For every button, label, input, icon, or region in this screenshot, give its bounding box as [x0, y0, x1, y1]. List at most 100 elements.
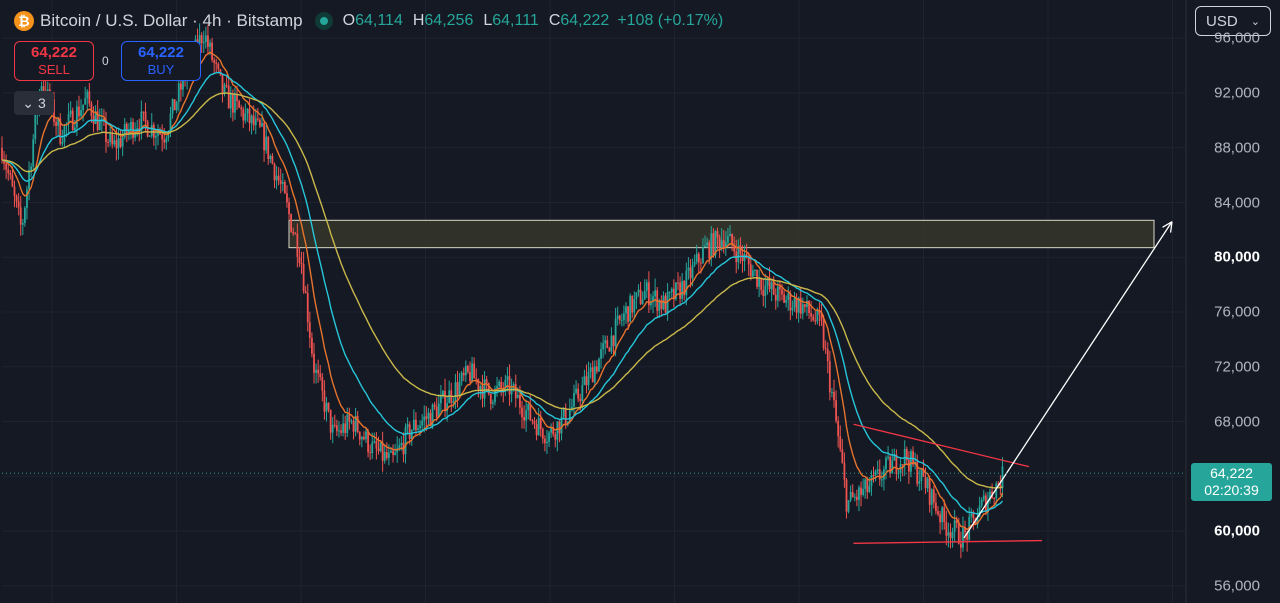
candle-body: [548, 432, 550, 442]
candle-body: [78, 106, 80, 117]
price-chart[interactable]: [0, 0, 1280, 603]
candle-body: [862, 488, 865, 495]
candle-body: [521, 407, 523, 418]
candle-body: [851, 491, 854, 498]
candle-body: [385, 451, 388, 459]
candle-body: [144, 111, 147, 122]
candle-body: [722, 240, 725, 249]
candle-body: [483, 379, 486, 399]
last-price-value: 64,222: [1210, 465, 1253, 481]
candle-body: [475, 378, 478, 380]
buy-label: BUY: [147, 62, 175, 77]
drawing-overlays[interactable]: [853, 221, 1173, 544]
market-status-icon[interactable]: [314, 12, 333, 30]
currency-value: USD: [1206, 12, 1238, 30]
candle-body: [687, 267, 690, 271]
candle-body: [816, 309, 819, 322]
candle-body: [369, 451, 372, 453]
candle-body: [117, 138, 120, 149]
candle-body: [263, 123, 265, 151]
candle-body: [221, 74, 224, 94]
candle-body: [858, 487, 860, 500]
candle-body: [400, 442, 403, 446]
candle-body: [681, 281, 684, 299]
candle-body: [377, 448, 380, 452]
candle-body: [55, 121, 57, 126]
candle-body: [631, 295, 634, 313]
candle-body: [317, 369, 320, 374]
candle-body: [749, 264, 752, 277]
candle-body: [602, 343, 605, 350]
candle-body: [390, 450, 392, 453]
candle-body: [248, 108, 251, 124]
candle-body: [941, 507, 944, 523]
candle-body: [236, 94, 238, 101]
candle-body: [932, 489, 935, 503]
candle-body: [604, 340, 607, 344]
candle-body: [930, 489, 933, 505]
candle-body: [469, 371, 471, 382]
candle-body: [435, 406, 438, 418]
symbol-title[interactable]: Bitcoin / U.S. Dollar · 4h · Bitstamp: [40, 11, 303, 31]
candle-body: [937, 511, 939, 515]
candle-body: [344, 423, 347, 434]
candle-body: [554, 434, 557, 440]
candle-body: [259, 119, 261, 127]
candle-body: [803, 304, 806, 308]
candle-body: [670, 288, 673, 293]
candle-body: [63, 125, 66, 143]
candle-body: [471, 363, 473, 382]
buy-price: 64,222: [138, 44, 184, 61]
candle-body: [920, 468, 923, 482]
indicators-toggle-button[interactable]: ⌄ 3: [14, 91, 54, 115]
sell-button[interactable]: 64,222 SELL: [14, 41, 94, 81]
candle-body: [454, 382, 457, 402]
candle-body: [281, 181, 284, 184]
candle-body: [514, 384, 517, 399]
candle-body: [288, 202, 290, 215]
candle-body: [460, 372, 463, 382]
candle-body: [608, 347, 611, 352]
buy-button[interactable]: 64,222 BUY: [121, 41, 201, 81]
chevron-down-icon: ⌄: [1250, 15, 1260, 28]
candle-body: [564, 407, 567, 425]
candle-body: [654, 290, 657, 297]
candle-body: [365, 431, 367, 440]
candle-body: [254, 118, 257, 126]
candle-body: [781, 289, 783, 295]
candle-body: [887, 456, 889, 459]
candle-body: [444, 390, 446, 412]
candle-body: [171, 99, 174, 114]
symbol-header[interactable]: ₿ Bitcoin / U.S. Dollar · 4h · Bitstamp …: [14, 9, 723, 33]
candle-body: [157, 132, 159, 136]
candle-body: [371, 442, 374, 453]
candle-body: [841, 449, 844, 463]
candle-body: [962, 527, 964, 548]
candle-body: [119, 138, 122, 147]
candle-body: [783, 294, 785, 303]
candle-body: [568, 410, 571, 422]
candle-body: [15, 195, 18, 202]
candle-body: [764, 285, 767, 296]
candle-body: [620, 319, 623, 321]
sell-price: 64,222: [31, 44, 77, 61]
candle-body: [828, 361, 831, 393]
candle-body: [306, 293, 309, 323]
candle-body: [217, 63, 220, 69]
candle-body: [835, 400, 837, 421]
candle-body: [473, 363, 476, 379]
candle-body: [600, 349, 602, 359]
high-value: 64,256: [424, 12, 474, 29]
candle-body: [142, 111, 145, 113]
candle-body: [587, 371, 590, 386]
candle-body: [993, 497, 996, 499]
candle-body: [11, 174, 14, 187]
candle-body: [367, 431, 369, 452]
candle-body: [729, 233, 731, 237]
candle-body: [302, 264, 305, 292]
candle-body: [581, 385, 584, 401]
candle-body: [579, 398, 582, 401]
candle-body: [148, 135, 151, 137]
candle-body: [845, 479, 848, 512]
candle-body: [211, 42, 213, 61]
